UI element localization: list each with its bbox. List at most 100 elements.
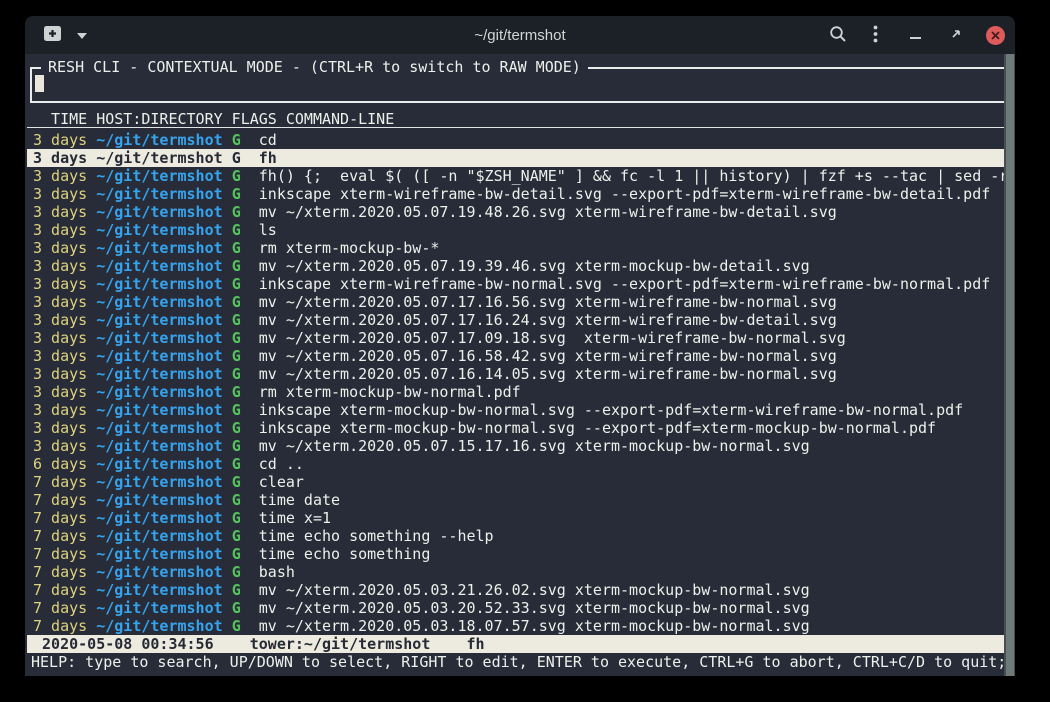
row-directory: ~/git/termshot [96,401,222,419]
row-directory: ~/git/termshot [96,419,222,437]
history-row[interactable]: 3 days ~/git/termshot G fh [27,149,1004,167]
search-button[interactable] [829,25,847,46]
kebab-menu-icon [873,25,878,46]
row-time: 7 days [33,473,87,491]
row-flags: G [232,563,241,581]
row-directory: ~/git/termshot [96,581,222,599]
row-directory: ~/git/termshot [96,437,222,455]
history-row[interactable]: 3 days ~/git/termshot G inkscape xterm-m… [27,401,1004,419]
tab-dropdown-button[interactable] [76,28,88,43]
row-time: 3 days [33,149,87,167]
history-row[interactable]: 3 days ~/git/termshot G inkscape xterm-w… [27,275,1004,293]
row-command: time x=1 [259,509,331,527]
row-time: 7 days [33,599,87,617]
row-flags: G [232,491,241,509]
row-command: mv ~/xterm.2020.05.03.18.07.57.svg xterm… [259,617,810,635]
new-tab-button[interactable] [43,25,62,45]
history-row[interactable]: 6 days ~/git/termshot G cd .. [27,455,1004,473]
row-flags: G [232,311,241,329]
row-time: 3 days [33,329,87,347]
scrollbar[interactable] [1004,54,1015,676]
history-row[interactable]: 7 days ~/git/termshot G mv ~/xterm.2020.… [27,599,1004,617]
row-directory: ~/git/termshot [96,275,222,293]
row-time: 7 days [33,563,87,581]
history-row[interactable]: 7 days ~/git/termshot G time echo someth… [27,545,1004,563]
row-directory: ~/git/termshot [96,131,222,149]
row-flags: G [232,599,241,617]
row-directory: ~/git/termshot [96,527,222,545]
row-time: 3 days [33,383,87,401]
row-time: 3 days [33,365,87,383]
row-command: fh [259,149,277,167]
row-time: 3 days [33,419,87,437]
terminal-content[interactable]: RESH CLI - CONTEXTUAL MODE - (CTRL+R to … [25,54,1015,676]
row-directory: ~/git/termshot [96,239,222,257]
row-directory: ~/git/termshot [96,455,222,473]
history-row[interactable]: 3 days ~/git/termshot G mv ~/xterm.2020.… [27,293,1004,311]
titlebar: ~/git/termshot [25,16,1015,54]
row-time: 3 days [33,167,87,185]
history-row[interactable]: 3 days ~/git/termshot G mv ~/xterm.2020.… [27,347,1004,365]
row-time: 3 days [33,293,87,311]
menu-button[interactable] [873,25,878,46]
history-row[interactable]: 3 days ~/git/termshot G ls [27,221,1004,239]
row-command: cd .. [259,455,304,473]
row-time: 3 days [33,311,87,329]
row-command: rm xterm-mockup-bw-normal.pdf [259,383,521,401]
row-command: mv ~/xterm.2020.05.03.21.26.02.svg xterm… [259,581,810,599]
history-row[interactable]: 7 days ~/git/termshot G mv ~/xterm.2020.… [27,617,1004,635]
resh-search-box[interactable]: RESH CLI - CONTEXTUAL MODE - (CTRL+R to … [30,67,1008,103]
new-tab-icon [43,25,62,45]
history-row[interactable]: 7 days ~/git/termshot G time date [27,491,1004,509]
restore-icon [950,28,962,43]
row-directory: ~/git/termshot [96,329,222,347]
row-time: 7 days [33,491,87,509]
row-command: ls [259,221,277,239]
history-table-header: TIME HOST:DIRECTORY FLAGS COMMAND-LINE [27,110,1004,128]
history-row[interactable]: 3 days ~/git/termshot G mv ~/xterm.2020.… [27,437,1004,455]
history-row[interactable]: 7 days ~/git/termshot G time x=1 [27,509,1004,527]
row-directory: ~/git/termshot [96,347,222,365]
history-row[interactable]: 3 days ~/git/termshot G inkscape xterm-w… [27,185,1004,203]
row-time: 3 days [33,437,87,455]
row-command: mv ~/xterm.2020.05.07.17.09.18.svg xterm… [259,329,846,347]
history-row[interactable]: 3 days ~/git/termshot G mv ~/xterm.2020.… [27,203,1004,221]
row-directory: ~/git/termshot [96,365,222,383]
history-row[interactable]: 3 days ~/git/termshot G fh() {; eval $( … [27,167,1004,185]
row-directory: ~/git/termshot [96,167,222,185]
search-input-cursor [35,75,44,92]
history-row[interactable]: 3 days ~/git/termshot G mv ~/xterm.2020.… [27,311,1004,329]
row-flags: G [232,203,241,221]
history-row[interactable]: 7 days ~/git/termshot G bash [27,563,1004,581]
history-row[interactable]: 3 days ~/git/termshot G inkscape xterm-m… [27,419,1004,437]
row-time: 7 days [33,527,87,545]
minimize-button[interactable] [910,28,922,43]
row-directory: ~/git/termshot [96,203,222,221]
history-row[interactable]: 3 days ~/git/termshot G cd [27,131,1004,149]
history-row[interactable]: 7 days ~/git/termshot G clear [27,473,1004,491]
history-row[interactable]: 3 days ~/git/termshot G rm xterm-mockup-… [27,239,1004,257]
row-time: 3 days [33,275,87,293]
row-directory: ~/git/termshot [96,311,222,329]
restore-button[interactable] [950,28,962,43]
row-time: 3 days [33,131,87,149]
row-flags: G [232,239,241,257]
row-directory: ~/git/termshot [96,185,222,203]
history-row[interactable]: 3 days ~/git/termshot G mv ~/xterm.2020.… [27,329,1004,347]
search-icon [829,25,847,46]
row-flags: G [232,329,241,347]
row-command: mv ~/xterm.2020.05.07.16.14.05.svg xterm… [259,365,837,383]
row-directory: ~/git/termshot [96,545,222,563]
history-row[interactable]: 3 days ~/git/termshot G mv ~/xterm.2020.… [27,365,1004,383]
close-button[interactable] [986,26,1005,45]
row-flags: G [232,221,241,239]
row-command: inkscape xterm-wireframe-bw-detail.svg -… [259,185,991,203]
history-row[interactable]: 7 days ~/git/termshot G mv ~/xterm.2020.… [27,581,1004,599]
history-row[interactable]: 3 days ~/git/termshot G rm xterm-mockup-… [27,383,1004,401]
minimize-icon [910,28,922,43]
status-datetime: 2020-05-08 00:34:56 [33,635,214,653]
help-line: HELP: type to search, UP/DOWN to select,… [27,653,1004,671]
history-row[interactable]: 3 days ~/git/termshot G mv ~/xterm.2020.… [27,257,1004,275]
history-row[interactable]: 7 days ~/git/termshot G time echo someth… [27,527,1004,545]
row-time: 7 days [33,509,87,527]
